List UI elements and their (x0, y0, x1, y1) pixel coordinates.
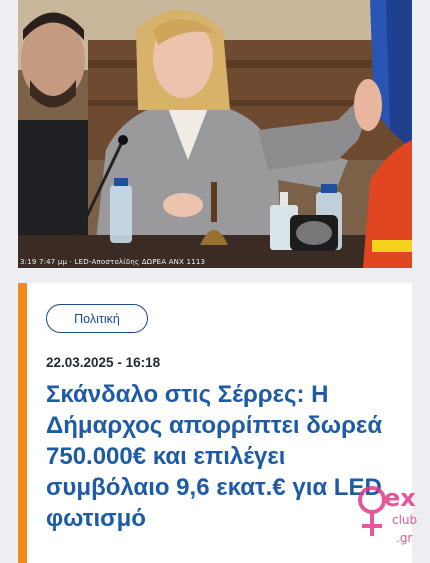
watermark-domain: .gr (396, 531, 412, 545)
venus-logo-icon: ex club .gr (358, 484, 417, 545)
article-photo[interactable]: 3:19 7:47 μμ · LED-Αποστολίδης ΔΩΡΕΑ ΑΝΧ… (18, 0, 412, 268)
site-watermark: ex club .gr (340, 470, 430, 550)
watermark-text: ex (384, 484, 416, 512)
watermark-club: club (392, 513, 417, 527)
video-ticker: 3:19 7:47 μμ · LED-Αποστολίδης ΔΩΡΕΑ ΑΝΧ… (20, 258, 206, 266)
council-meeting-image (18, 0, 412, 268)
article-date: 22.03.2025 - 16:18 (46, 355, 161, 370)
category-tag[interactable]: Πολιτική (46, 304, 148, 333)
card-accent-bar (18, 283, 27, 563)
